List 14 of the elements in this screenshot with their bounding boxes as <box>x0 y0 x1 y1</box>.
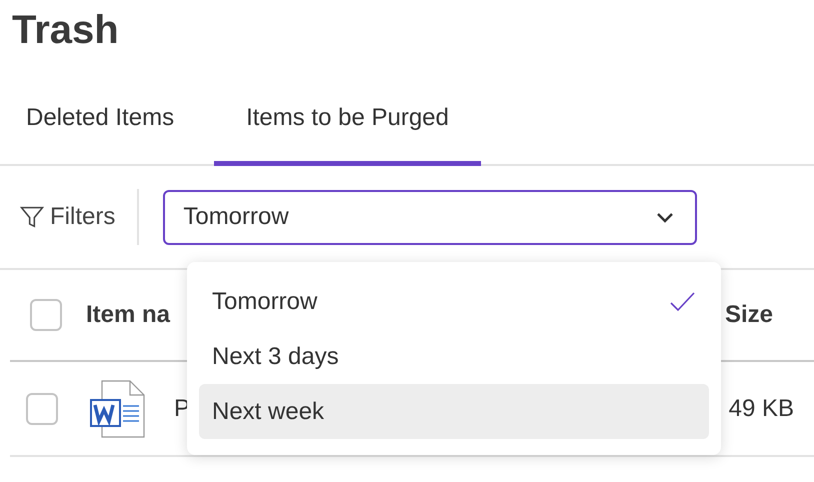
dropdown-option[interactable]: Next week <box>199 384 709 439</box>
word-document-icon <box>90 380 146 438</box>
checkbox[interactable] <box>26 392 58 424</box>
column-header: Size <box>724 300 773 330</box>
dropdown-option[interactable]: Next 3 days <box>199 329 709 384</box>
date-select[interactable]: Tomorrow <box>163 190 698 244</box>
column-header: Item na <box>86 300 170 330</box>
tab[interactable]: Items to be Purged <box>214 90 481 166</box>
filters-button[interactable]: Filters <box>18 199 116 235</box>
tab[interactable]: Deleted Items <box>26 90 174 166</box>
page-title: Trash <box>12 7 120 54</box>
checkbox[interactable] <box>30 299 62 331</box>
item-size: 49 KB <box>728 394 794 424</box>
dropdown-option[interactable]: Tomorrow <box>199 274 709 329</box>
